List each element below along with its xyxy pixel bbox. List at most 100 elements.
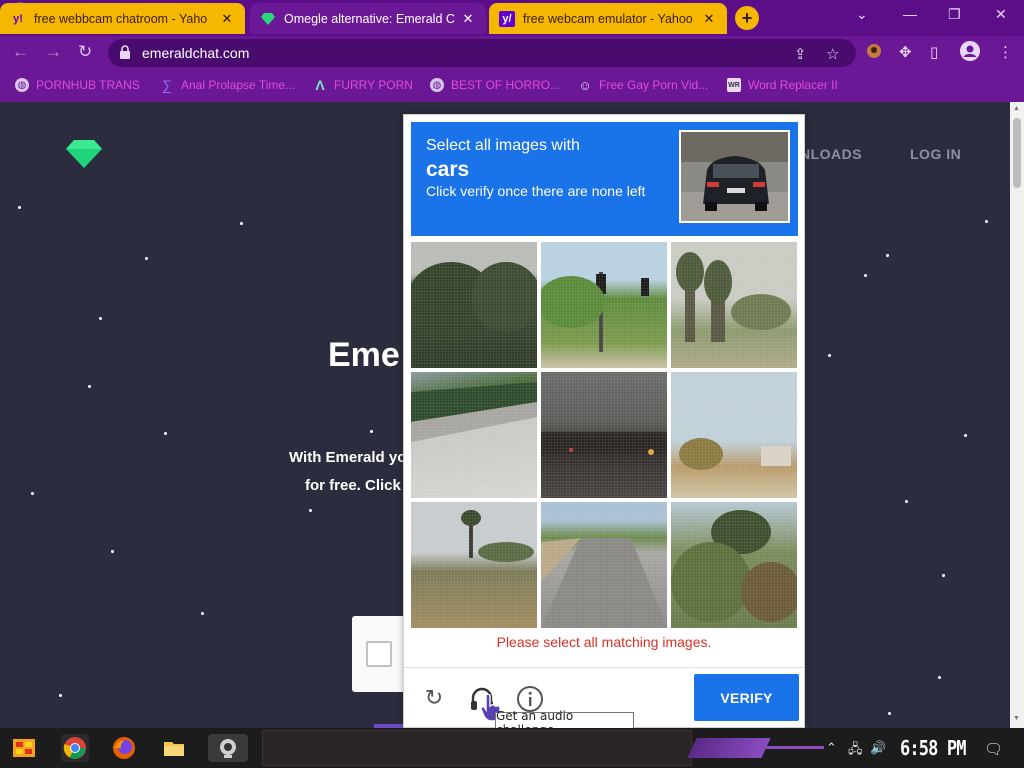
image-tile[interactable] bbox=[541, 502, 667, 628]
image-tile[interactable] bbox=[671, 372, 797, 498]
star-decoration bbox=[18, 206, 21, 209]
image-tile[interactable] bbox=[411, 502, 537, 628]
bookmark-item[interactable]: ◍ BEST OF HORRO... bbox=[430, 78, 560, 92]
url-text: emeraldchat.com bbox=[142, 45, 250, 61]
star-decoration bbox=[88, 385, 91, 388]
instruction-subtext: Click verify once there are none left bbox=[426, 183, 646, 199]
firefox-icon[interactable] bbox=[110, 734, 138, 762]
image-grid bbox=[411, 242, 798, 629]
tab-search-chevron-icon[interactable]: ⌄ bbox=[856, 6, 868, 23]
yahoo-icon: y/ bbox=[499, 10, 515, 27]
windows-taskbar: ⌃ 🖧 🔊 6:58 PM 🗨 bbox=[0, 728, 1024, 768]
reload-icon[interactable]: ↻ bbox=[78, 42, 92, 62]
star-decoration bbox=[31, 492, 34, 495]
bracket-icon: ∑ bbox=[162, 77, 172, 93]
image-tile[interactable] bbox=[541, 242, 667, 368]
star-decoration bbox=[164, 432, 167, 435]
star-decoration bbox=[201, 612, 204, 615]
footer-divider bbox=[404, 667, 804, 668]
more-menu-icon[interactable]: ⋮ bbox=[998, 43, 1013, 61]
tab-yahoo-chatroom[interactable]: y! free webbcam chatroom - Yaho ✕ bbox=[0, 3, 245, 34]
recaptcha-challenge: Select all images with cars Click verify… bbox=[403, 114, 805, 728]
address-bar[interactable]: emeraldchat.com ⇪ ☆ bbox=[108, 39, 856, 67]
bookmarks-bar: ◍ PORNHUB TRANS ∑ Anal Prolapse Time... ΛF… bbox=[0, 70, 1024, 102]
webcam-icon[interactable] bbox=[208, 734, 248, 762]
notifications-icon[interactable]: 🗨 bbox=[984, 740, 1003, 758]
image-tile[interactable] bbox=[671, 502, 797, 628]
volume-icon[interactable]: 🔊 bbox=[870, 740, 886, 756]
star-decoration bbox=[309, 509, 312, 512]
instruction-text: Select all images with bbox=[426, 137, 580, 154]
bookmark-item[interactable]: WR Word Replacer II bbox=[727, 78, 838, 92]
emerald-gem-icon bbox=[260, 11, 276, 27]
bookmark-star-icon[interactable]: ☆ bbox=[826, 45, 839, 63]
star-decoration bbox=[888, 712, 891, 715]
tab-title: Omegle alternative: Emerald C bbox=[284, 11, 455, 26]
face-icon: ☺ bbox=[578, 77, 592, 93]
profile-icon[interactable] bbox=[960, 41, 980, 65]
globe-icon: ◍ bbox=[15, 78, 29, 92]
verify-button[interactable]: VERIFY bbox=[694, 674, 799, 721]
page-scrollbar[interactable]: ▲ ▼ bbox=[1010, 102, 1024, 728]
bookmark-item[interactable]: Λ FURRY PORN bbox=[313, 77, 413, 93]
star-decoration bbox=[828, 354, 831, 357]
a-logo-icon: Λ bbox=[315, 77, 325, 93]
restore-button[interactable]: ❐ bbox=[948, 6, 961, 23]
forward-arrow-icon[interactable]: → bbox=[45, 42, 62, 62]
globe-icon: ◍ bbox=[430, 78, 444, 92]
bookmark-item[interactable]: ☺ Free Gay Porn Vid... bbox=[578, 77, 708, 93]
image-tile[interactable] bbox=[541, 372, 667, 498]
star-decoration bbox=[111, 550, 114, 553]
recaptcha-header: Select all images with cars Click verify… bbox=[411, 122, 798, 236]
close-tab-icon[interactable]: ✕ bbox=[460, 11, 476, 27]
image-tile[interactable] bbox=[411, 372, 537, 498]
scroll-down-arrow-icon[interactable]: ▼ bbox=[1013, 715, 1020, 722]
star-decoration bbox=[942, 574, 945, 577]
taskbar-decoration bbox=[687, 738, 771, 758]
close-tab-icon[interactable]: ✕ bbox=[219, 11, 235, 27]
recaptcha-checkbox[interactable] bbox=[366, 641, 392, 667]
new-tab-button[interactable]: + bbox=[735, 6, 759, 30]
sample-car-image bbox=[679, 130, 790, 223]
network-icon[interactable]: 🖧 bbox=[848, 740, 863, 762]
taskbar-clock[interactable]: 6:58 PM bbox=[900, 736, 967, 760]
tab-strip: y! free webbcam chatroom - Yaho ✕ Omegle… bbox=[0, 0, 1024, 36]
star-decoration bbox=[145, 257, 148, 260]
tab-emerald-chat[interactable]: Omegle alternative: Emerald C ✕ bbox=[250, 3, 486, 34]
hero-description: for free. Click bbox=[305, 477, 401, 494]
chrome-icon[interactable] bbox=[61, 734, 89, 762]
share-icon[interactable]: ⇪ bbox=[794, 45, 807, 63]
star-decoration bbox=[864, 274, 867, 277]
reload-icon[interactable]: ↻ bbox=[420, 685, 448, 713]
star-decoration bbox=[938, 676, 941, 679]
side-panel-icon[interactable]: ▯ bbox=[930, 43, 938, 61]
extensions-puzzle-icon[interactable]: ✥ bbox=[899, 43, 912, 61]
star-decoration bbox=[964, 434, 967, 437]
back-arrow-icon[interactable]: ← bbox=[12, 42, 29, 62]
scrollbar-thumb[interactable] bbox=[1013, 118, 1021, 188]
bookmark-item[interactable]: ∑ Anal Prolapse Time... bbox=[160, 77, 295, 93]
star-decoration bbox=[240, 222, 243, 225]
image-tile[interactable] bbox=[411, 242, 537, 368]
extension-avatar-icon[interactable] bbox=[866, 43, 882, 63]
error-message: Please select all matching images. bbox=[496, 634, 712, 650]
tray-chevron-icon[interactable]: ⌃ bbox=[826, 740, 837, 756]
nav-downloads-link[interactable]: NLOADS bbox=[800, 146, 862, 162]
start-icon[interactable] bbox=[10, 734, 38, 762]
image-tile[interactable] bbox=[671, 242, 797, 368]
star-decoration bbox=[985, 220, 988, 223]
close-tab-icon[interactable]: ✕ bbox=[701, 11, 717, 27]
star-decoration bbox=[370, 430, 373, 433]
scroll-up-arrow-icon[interactable]: ▲ bbox=[1013, 105, 1020, 112]
tab-title: free webcam emulator - Yahoo bbox=[523, 11, 693, 26]
lock-icon bbox=[120, 45, 130, 59]
hero-description: With Emerald yo bbox=[289, 449, 407, 466]
tab-title: free webbcam chatroom - Yaho bbox=[34, 11, 208, 26]
nav-login-link[interactable]: LOG IN bbox=[910, 146, 961, 162]
folder-icon[interactable] bbox=[160, 734, 188, 762]
bookmark-item[interactable]: ◍ PORNHUB TRANS bbox=[15, 78, 140, 92]
emerald-logo-icon[interactable] bbox=[66, 140, 102, 168]
tab-yahoo-emulator[interactable]: y/ free webcam emulator - Yahoo ✕ bbox=[489, 3, 727, 34]
minimize-button[interactable]: — bbox=[903, 6, 917, 22]
close-window-button[interactable]: ✕ bbox=[995, 6, 1007, 23]
